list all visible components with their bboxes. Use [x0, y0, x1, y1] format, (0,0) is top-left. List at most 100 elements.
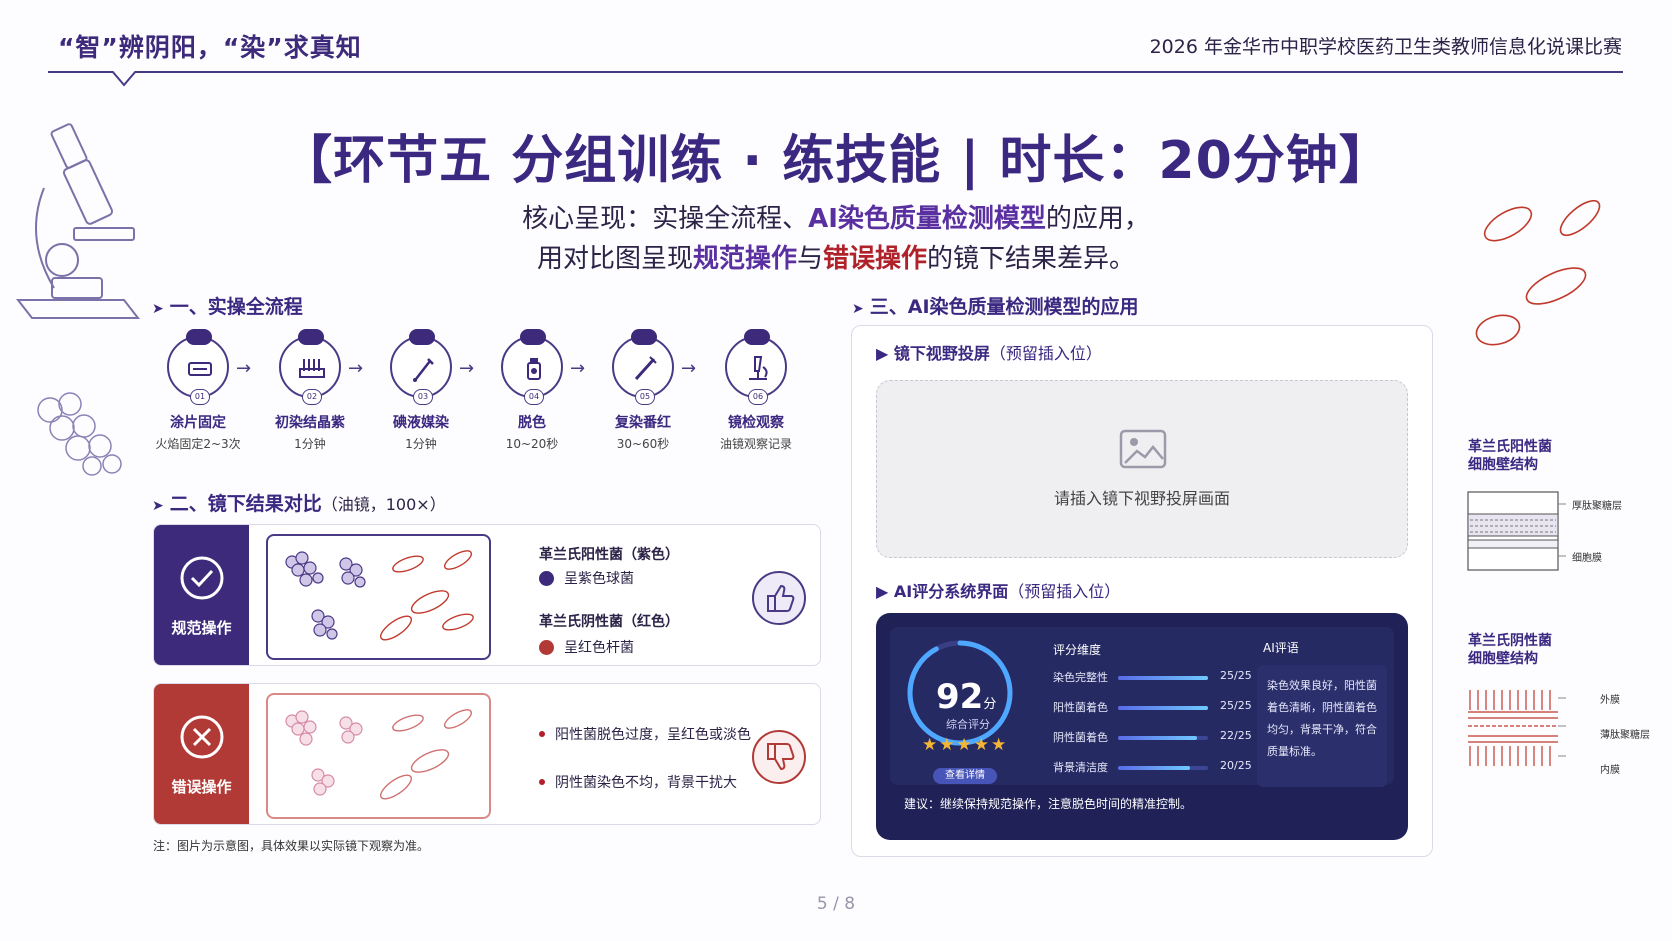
triangle-icon: ➤ — [852, 301, 864, 317]
score-value: 92分 — [936, 677, 997, 717]
process-step: 02 初染结晶紫 1分钟 — [254, 329, 366, 452]
pipette-icon — [634, 356, 657, 381]
bullet-icon — [539, 731, 545, 737]
dimension-bar — [1118, 766, 1208, 770]
bottle-icon — [527, 358, 541, 380]
correct-operation-card: 规范操作 革兰氏阳性菌（紫色） 呈紫色球菌 革兰氏阴性菌（红色） 呈红色杆菌 — [153, 524, 821, 666]
positive-title: 革兰氏阳性菌（紫色） — [539, 547, 679, 563]
section-title-compare: ➤ 二、镜下结果对比（油镜，100×） — [152, 493, 446, 515]
step-circle: 05 — [612, 329, 674, 405]
step-number: 01 — [190, 389, 210, 405]
step-badge — [298, 329, 324, 345]
correct-label: 规范操作 — [171, 619, 232, 637]
dimension-bar — [1118, 706, 1208, 710]
footnote: 注：图片为示意图，具体效果以实际镜下观察为准。 — [153, 839, 430, 853]
neg-label-2: 薄肽聚糖层 — [1600, 730, 1650, 741]
screen-placeholder[interactable]: 请插入镜下视野投屏画面 — [876, 380, 1408, 558]
purple-dot-icon — [539, 571, 554, 586]
arrow-right-icon: → — [236, 358, 252, 379]
x-circle-icon — [180, 715, 224, 759]
process-step: 06 镜检观察 油镜观察记录 — [700, 329, 812, 452]
step-sub: 1分钟 — [294, 437, 326, 451]
wrong-operation-card: 错误操作 阳性菌脱色过度，呈红色或淡色 阴性菌染色不均，背景干扰大 — [153, 683, 821, 825]
step-sub: 油镜观察记录 — [719, 437, 792, 451]
step-number: 03 — [413, 389, 433, 405]
step-circle: 01 — [167, 329, 229, 405]
dimension-fill — [1118, 736, 1198, 740]
arrow-right-icon: → — [570, 358, 586, 379]
pos-label-2: 细胞膜 — [1572, 553, 1602, 564]
arrow-right-icon: → — [681, 358, 697, 379]
microscope-icon — [749, 356, 768, 380]
dimension-bar — [1118, 736, 1208, 740]
error-row-1: 阳性菌脱色过度，呈红色或淡色 — [539, 724, 751, 744]
step-badge — [520, 329, 546, 345]
neg-label-1: 外膜 — [1600, 695, 1620, 706]
error-row-2: 阴性菌染色不均，背景干扰大 — [539, 772, 737, 792]
screen-placeholder-text: 请插入镜下视野投屏画面 — [1053, 489, 1230, 508]
ai-comment-title: AI评语 — [1263, 641, 1299, 655]
bullet-icon — [539, 779, 545, 785]
dimension-row: 阴性菌着色 22/25 — [1053, 729, 1253, 747]
step-sub: 30~60秒 — [616, 437, 670, 451]
header-event-title: 2026 年金华市中职学校医药卫生类教师信息化说课比赛 — [1149, 36, 1622, 58]
dimension-fill — [1118, 766, 1190, 770]
step-badge — [631, 329, 657, 345]
step-label: 复染番红 — [615, 415, 671, 431]
dimension-value: 25/25 — [1220, 669, 1252, 682]
dimension-fill — [1118, 676, 1208, 680]
gram-positive-wall-diagram — [1467, 491, 1566, 571]
neg-label-3: 内膜 — [1600, 765, 1620, 776]
dropper-icon — [413, 358, 434, 382]
check-circle-icon — [180, 556, 224, 600]
pos-label-1: 厚肽聚糖层 — [1572, 501, 1622, 512]
header-notch — [112, 71, 136, 87]
ai-scoring-screen: 92分 综合评分 ★★★★★ 查看详情 评分维度 染色完整性 25/25 阳性菌着色… — [876, 613, 1408, 840]
step-number: 02 — [302, 389, 322, 405]
slide-icon — [188, 362, 212, 376]
section-title-process: ➤ 一、实操全流程 — [152, 296, 303, 318]
subtitle-line-2: 用对比图呈现规范操作与错误操作的镜下结果差异。 — [536, 244, 1136, 274]
step-number: 05 — [635, 389, 655, 405]
step-label: 脱色 — [518, 415, 546, 431]
thumbs-down-icon — [752, 730, 806, 784]
step-label: 涂片固定 — [170, 415, 226, 431]
dimension-value: 25/25 — [1220, 699, 1252, 712]
dimension-fill — [1118, 706, 1208, 710]
cocci-cluster-illustration — [37, 392, 122, 476]
process-step: 04 脱色 10~20秒 — [476, 329, 588, 452]
star-rating: ★★★★★ — [922, 735, 1009, 755]
dimension-row: 染色完整性 25/25 — [1053, 669, 1253, 687]
process-step: 03 碘液媒染 1分钟 — [365, 329, 477, 452]
dimension-value: 22/25 — [1220, 729, 1252, 742]
step-sub: 火焰固定2~3次 — [155, 437, 241, 451]
ai-comment: 染色效果良好，阳性菌着色清晰，阴性菌着色均匀，背景干净，符合质量标准。 — [1257, 665, 1387, 787]
dimension-name: 染色完整性 — [1053, 671, 1108, 684]
screen-subtitle: ▶ 镜下视野投屏（预留插入位） — [876, 344, 1102, 363]
dimension-name: 背景清洁度 — [1053, 761, 1108, 774]
process-step: 05 复染番红 30~60秒 — [587, 329, 699, 452]
step-sub: 10~20秒 — [505, 437, 559, 451]
process-step: 01 涂片固定火焰固定2~3次 — [142, 329, 254, 452]
dimension-name: 阴性菌着色 — [1053, 731, 1108, 744]
step-sub: 1分钟 — [405, 437, 437, 451]
view-details-button[interactable]: 查看详情 — [933, 768, 997, 784]
step-circle: 04 — [501, 329, 563, 405]
image-icon — [1119, 429, 1167, 469]
arrow-right-icon: → — [459, 358, 475, 379]
correct-micrograph — [266, 534, 491, 660]
gram-positive-diagram-title: 革兰氏阳性菌 细胞壁结构 — [1468, 439, 1552, 473]
ai-advice: 建议：继续保持规范操作，注意脱色时间的精准控制。 — [904, 797, 1193, 811]
step-label: 初染结晶紫 — [275, 415, 345, 431]
thumbs-up-icon — [752, 571, 806, 625]
gram-negative-diagram-title: 革兰氏阴性菌 细胞壁结构 — [1468, 633, 1552, 667]
step-label: 镜检观察 — [728, 415, 784, 431]
step-badge — [186, 329, 212, 345]
positive-desc-row: 呈紫色球菌 — [539, 568, 634, 588]
triangle-icon: ➤ — [152, 498, 164, 514]
negative-title: 革兰氏阴性菌（红色） — [539, 614, 679, 630]
dimension-value: 20/25 — [1220, 759, 1252, 772]
red-dot-icon — [539, 640, 554, 655]
page-number: 5 / 8 — [816, 894, 856, 914]
header-slogan: “智”辨阴阳，“染”求真知 — [58, 33, 362, 62]
